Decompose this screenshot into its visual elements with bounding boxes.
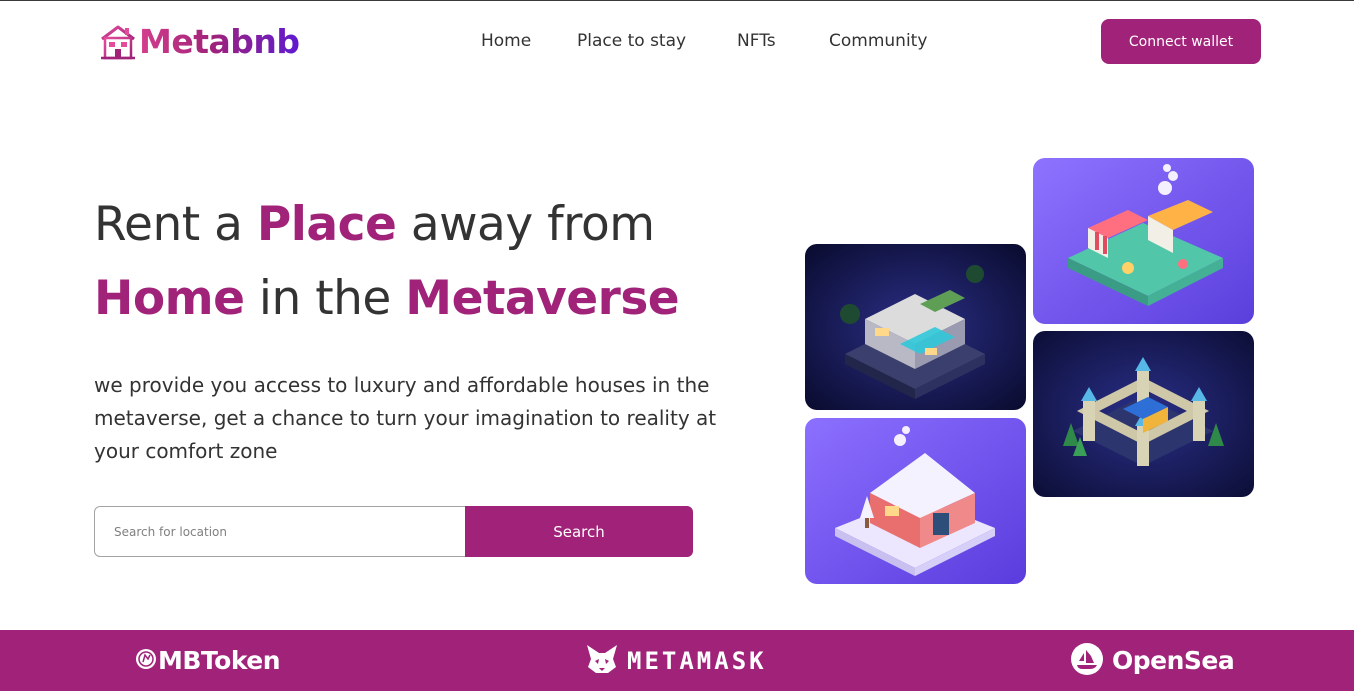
nav-item-place-to-stay[interactable]: Place to stay <box>577 29 686 53</box>
mbtoken-coin-icon <box>135 648 157 674</box>
castle-image <box>1033 331 1254 497</box>
connect-wallet-button[interactable]: Connect wallet <box>1101 19 1261 64</box>
brand-name: Metabnb <box>139 22 300 61</box>
hero-title-accent: Home <box>94 271 245 326</box>
partner-label: MBToken <box>158 646 281 675</box>
partner-label: OpenSea <box>1112 646 1235 675</box>
partners-bar: MBToken METAMASK OpenSea <box>0 630 1354 691</box>
hero-title: Rent a Place away from Home in the Metav… <box>94 188 794 336</box>
metamask-fox-icon <box>585 642 619 680</box>
hero-title-accent: Metaverse <box>405 271 680 326</box>
hero-title-accent: Place <box>256 197 397 252</box>
window-top-border <box>0 0 1354 1</box>
nav-item-community[interactable]: Community <box>829 29 927 53</box>
nav-item-home[interactable]: Home <box>481 29 531 53</box>
snow-cottage-image <box>805 418 1026 584</box>
hero-title-text: in the <box>244 271 406 326</box>
partner-opensea[interactable]: OpenSea <box>1070 630 1235 691</box>
hero-title-text: Rent a <box>94 197 257 252</box>
partner-mbtoken[interactable]: MBToken <box>135 630 281 691</box>
location-search-input[interactable] <box>94 506 466 557</box>
hero-title-text: away from <box>396 197 655 252</box>
search-button[interactable]: Search <box>465 506 693 557</box>
market-stalls-image <box>1033 158 1254 324</box>
hero-description: we provide you access to luxury and affo… <box>94 373 717 463</box>
modern-villa-image <box>805 244 1026 410</box>
partner-label: METAMASK <box>627 646 767 675</box>
opensea-boat-icon <box>1070 642 1104 680</box>
house-icon <box>99 24 137 60</box>
brand-logo[interactable]: Metabnb <box>99 22 300 62</box>
partner-metamask[interactable]: METAMASK <box>585 630 767 691</box>
nav-item-nfts[interactable]: NFTs <box>737 29 776 53</box>
